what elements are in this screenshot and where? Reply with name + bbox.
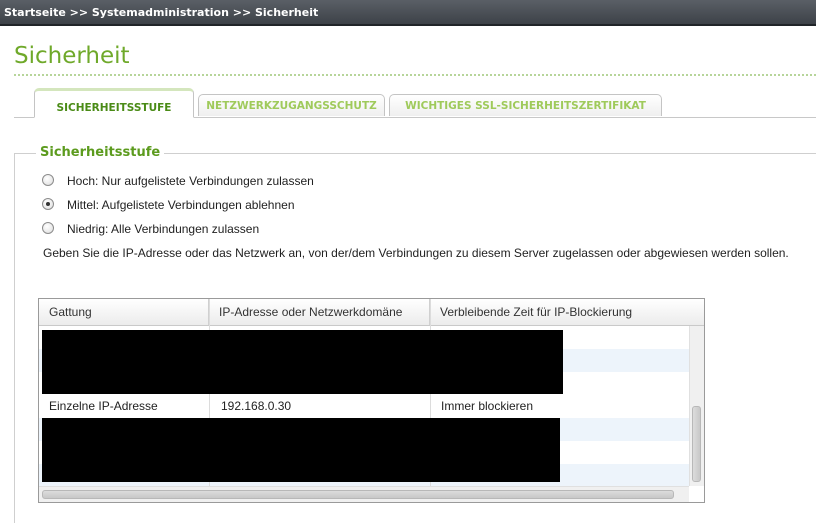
cell-time: Immer blockieren — [441, 399, 534, 413]
column-header-time[interactable]: Verbleibende Zeit für IP-Blockierung — [430, 299, 704, 325]
radio-low[interactable] — [42, 222, 54, 234]
option-low-label[interactable]: Niedrig: Alle Verbindungen zulassen — [67, 222, 259, 236]
vertical-scrollbar[interactable] — [689, 326, 704, 486]
redacted-block — [42, 330, 563, 394]
title-divider — [14, 74, 816, 76]
breadcrumb[interactable]: Startseite >> Systemadministration >> Si… — [4, 6, 318, 19]
table-header: Gattung IP-Adresse oder Netzwerkdomäne V… — [39, 299, 704, 326]
top-bar: Startseite >> Systemadministration >> Si… — [0, 0, 816, 26]
option-medium-label[interactable]: Mittel: Aufgelistete Verbindungen ablehn… — [67, 198, 295, 212]
option-high-label[interactable]: Hoch: Nur aufgelistete Verbindungen zula… — [67, 174, 314, 188]
radio-medium[interactable] — [42, 198, 54, 210]
tab-ssl-zertifikat[interactable]: WICHTIGES SSL-SICHERHEITSZERTIFIKAT — [389, 94, 662, 116]
section-title: Sicherheitsstufe — [36, 145, 165, 160]
ip-list-table: Gattung IP-Adresse oder Netzwerkdomäne V… — [38, 298, 705, 503]
table-row[interactable]: Einzelne IP-Adresse 192.168.0.30 Immer b… — [39, 395, 689, 418]
page-title: Sicherheit — [14, 43, 130, 69]
tab-label: WICHTIGES SSL-SICHERHEITSZERTIFIKAT — [405, 100, 646, 112]
tab-netzwerkzugangsschutz[interactable]: NETZWERKZUGANGSSCHUTZ — [198, 94, 385, 116]
redacted-block — [42, 418, 560, 482]
horizontal-scroll-thumb[interactable] — [42, 490, 674, 499]
tab-label: SICHERHEITSSTUFE — [56, 102, 172, 114]
description-text: Geben Sie die IP-Adresse oder das Netzwe… — [43, 246, 789, 260]
column-header-ip[interactable]: IP-Adresse oder Netzwerkdomäne — [209, 299, 430, 325]
column-header-type[interactable]: Gattung — [39, 299, 209, 325]
cell-type: Einzelne IP-Adresse — [49, 399, 158, 413]
horizontal-scrollbar[interactable] — [39, 486, 689, 502]
tab-sicherheitsstufe[interactable]: SICHERHEITSSTUFE — [34, 88, 194, 118]
vertical-scroll-thumb[interactable] — [692, 406, 701, 482]
radio-high[interactable] — [42, 174, 54, 186]
cell-ip: 192.168.0.30 — [221, 399, 292, 413]
tab-label: NETZWERKZUGANGSSCHUTZ — [206, 100, 377, 112]
